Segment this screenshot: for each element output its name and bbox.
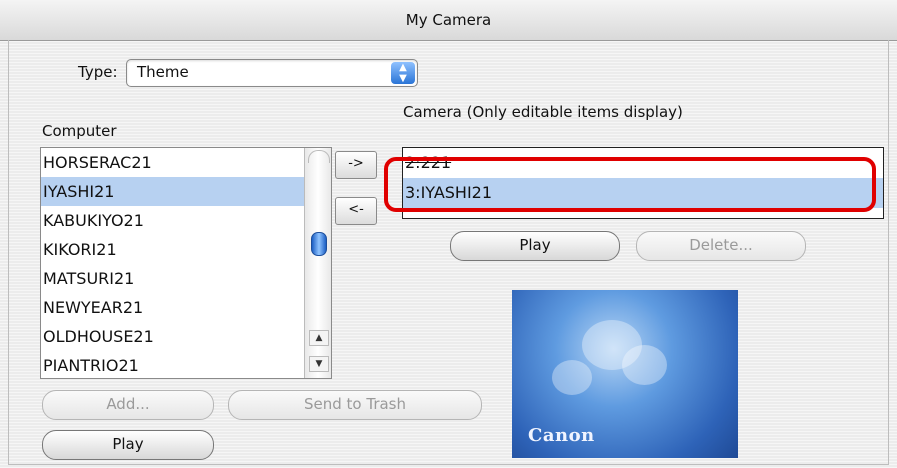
list-item[interactable]: HORSERAC21 (41, 148, 305, 177)
scroll-down-icon[interactable]: ▼ (309, 356, 329, 372)
window-title: My Camera (0, 0, 897, 41)
list-item[interactable]: KIKORI21 (41, 235, 305, 264)
camera-label: Camera (Only editable items display) (403, 103, 683, 121)
scrollbar-track-top (308, 150, 330, 163)
list-item[interactable]: MATSURI21 (41, 264, 305, 293)
list-item[interactable]: OLDHOUSE21 (41, 322, 305, 351)
scroll-up-icon[interactable]: ▲ (309, 330, 329, 346)
list-item[interactable]: 2:221 (403, 148, 883, 178)
theme-preview-image: Canon (512, 290, 738, 458)
list-item-selected[interactable]: 3:IYASHI21 (403, 178, 883, 208)
list-item-selected[interactable]: IYASHI21 (41, 177, 305, 206)
list-item[interactable]: PIANTRIO21 (41, 351, 305, 378)
preview-flower (622, 345, 667, 385)
add-button[interactable]: Add... (42, 390, 214, 420)
send-to-trash-button[interactable]: Send to Trash (228, 390, 482, 420)
delete-button[interactable]: Delete... (636, 231, 806, 261)
computer-play-button[interactable]: Play (42, 430, 214, 460)
computer-list-scrollbar[interactable]: ▲ ▼ (304, 148, 331, 378)
type-popup[interactable]: Theme ▲ ▼ (126, 59, 418, 87)
computer-label: Computer (42, 122, 117, 140)
preview-flower (552, 360, 592, 395)
camera-play-button[interactable]: Play (450, 231, 620, 261)
list-item[interactable]: KABUKIYO21 (41, 206, 305, 235)
camera-list[interactable]: 2:221 3:IYASHI21 (402, 147, 884, 219)
type-label: Type: (78, 63, 118, 81)
move-to-camera-button[interactable]: -> (335, 151, 377, 179)
move-to-computer-button[interactable]: <- (335, 197, 377, 225)
canon-logo: Canon (528, 425, 595, 446)
type-popup-value: Theme (137, 63, 189, 81)
popup-arrows-icon: ▲ ▼ (391, 62, 415, 84)
computer-list[interactable]: HORSERAC21 IYASHI21 KABUKIYO21 KIKORI21 … (40, 147, 332, 379)
list-item[interactable]: NEWYEAR21 (41, 293, 305, 322)
scrollbar-thumb[interactable] (311, 232, 327, 256)
